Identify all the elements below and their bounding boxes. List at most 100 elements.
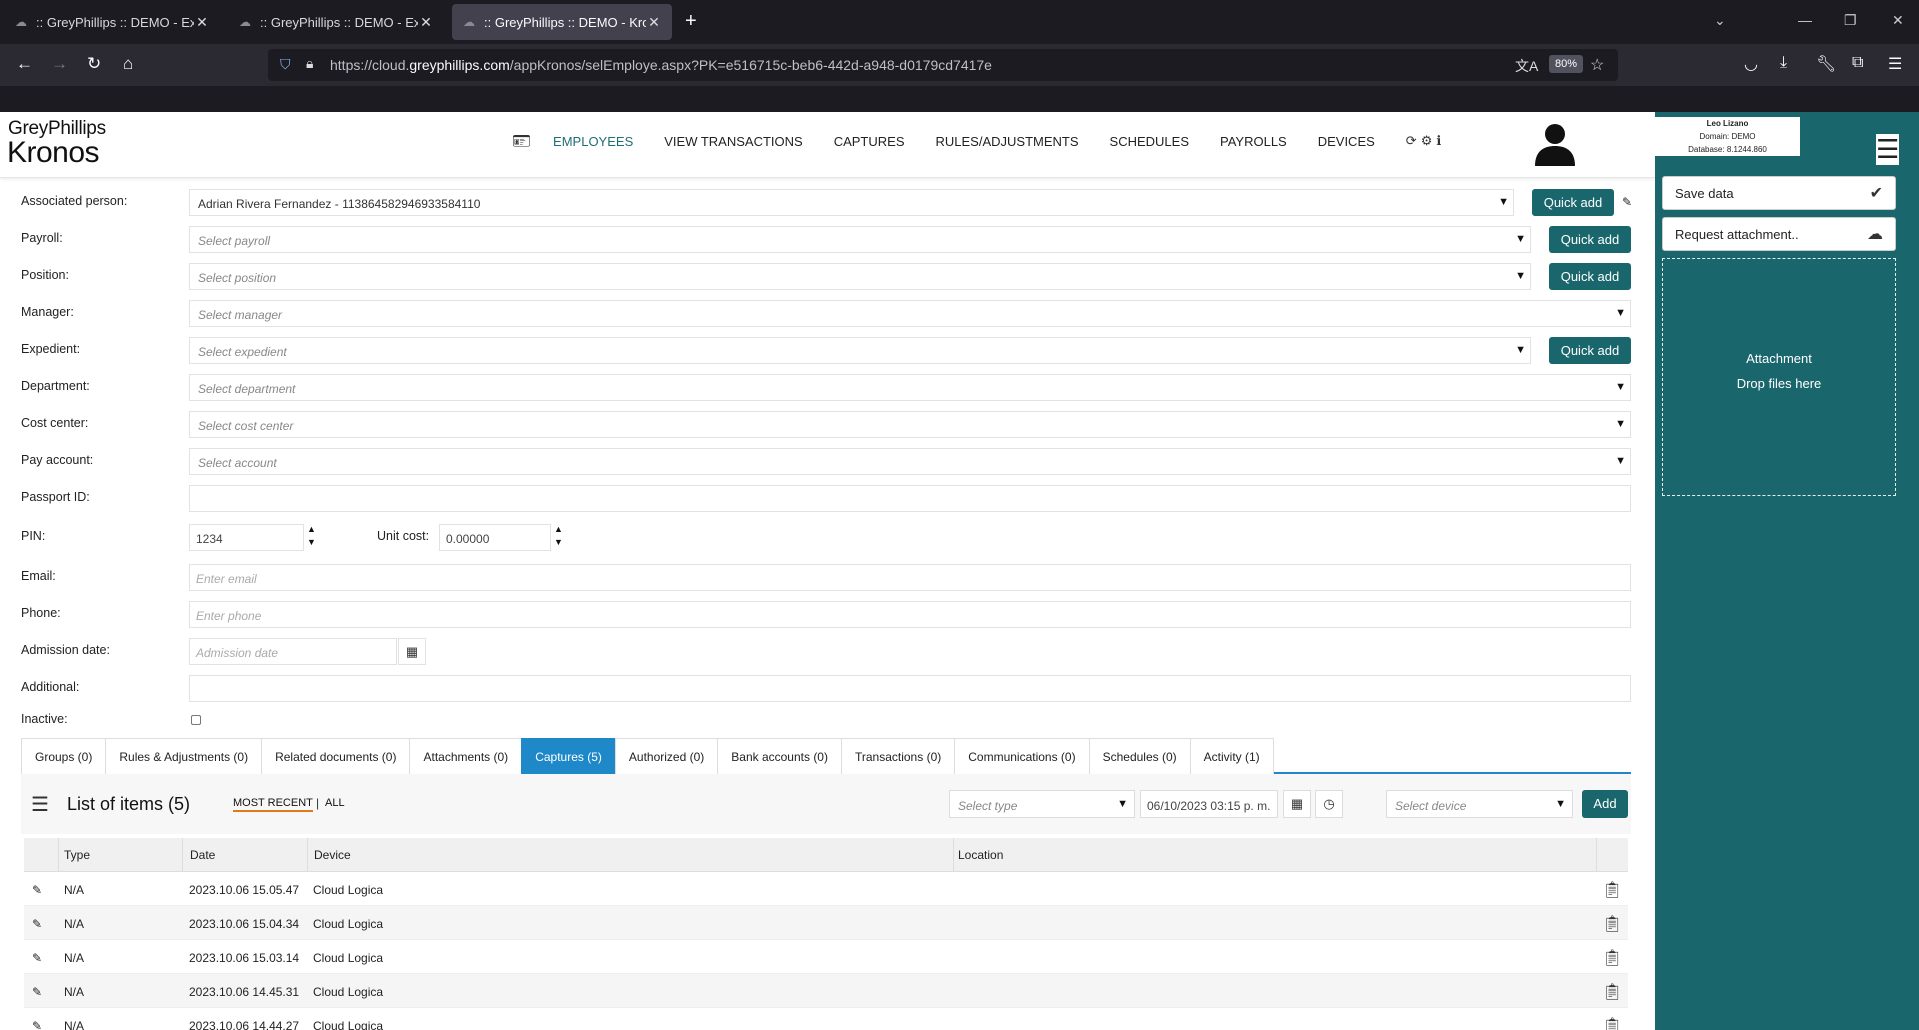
pin-stepper[interactable]: ▲ ▼ xyxy=(307,523,316,549)
tab-schedules[interactable]: Schedules (0) xyxy=(1088,738,1191,774)
bookmark-star-icon[interactable]: ☆ xyxy=(1590,55,1604,75)
refresh-settings-icon[interactable]: ⟳ xyxy=(1406,133,1417,149)
hamburger-menu-icon[interactable]: ☰ xyxy=(1876,134,1900,165)
table-row[interactable]: ✎ N/A 2023.10.06 15.04.34 Cloud Logica 📋… xyxy=(24,906,1628,940)
tab-authorized[interactable]: Authorized (0) xyxy=(614,738,719,774)
table-row[interactable]: ✎ N/A 2023.10.06 14.44.27 Cloud Logica 📋… xyxy=(24,1008,1628,1030)
table-row[interactable]: ✎ N/A 2023.10.06 15.05.47 Cloud Logica 📋… xyxy=(24,872,1628,906)
nav-payrolls[interactable]: PAYROLLS xyxy=(1220,134,1287,149)
wrench-icon[interactable]: 🔧︎ xyxy=(1816,54,1836,74)
email-field[interactable]: Enter email xyxy=(189,564,1631,591)
nav-rules-adjustments[interactable]: RULES/ADJUSTMENTS xyxy=(936,134,1079,149)
column-device[interactable]: Device xyxy=(314,848,351,862)
clipboard-icon[interactable]: 📋︎ xyxy=(1602,1016,1622,1030)
gear-icon[interactable]: ⚙ xyxy=(1421,133,1433,149)
tab-list-icon[interactable]: ⌄ xyxy=(1714,12,1726,29)
pin-input[interactable]: 1234 xyxy=(189,524,304,551)
id-card-icon[interactable]: 🪪︎ xyxy=(512,132,531,150)
department-select[interactable]: Select department ▼ xyxy=(189,374,1631,401)
pencil-icon[interactable]: ✎ xyxy=(32,917,42,931)
cost-center-select[interactable]: Select cost center ▼ xyxy=(189,411,1631,438)
payroll-quick-add-button[interactable]: Quick add xyxy=(1549,226,1631,253)
attachment-dropzone[interactable]: Attachment Drop files here xyxy=(1662,258,1896,496)
tab-attachments[interactable]: Attachments (0) xyxy=(409,738,523,774)
restore-icon[interactable]: ❐ xyxy=(1844,12,1857,29)
passport-id-input[interactable] xyxy=(189,485,1631,512)
tab-captures[interactable]: Captures (5) xyxy=(521,738,616,774)
nav-employees[interactable]: EMPLOYEES xyxy=(553,134,633,149)
table-row[interactable]: ✎ N/A 2023.10.06 15.03.14 Cloud Logica 📋… xyxy=(24,940,1628,974)
extensions-icon[interactable]: ⧉ xyxy=(1852,54,1863,72)
pocket-icon[interactable]: ◡ xyxy=(1744,54,1758,74)
filter-all[interactable]: ALL xyxy=(325,797,345,809)
close-icon[interactable]: ✕ xyxy=(418,14,434,31)
date-input[interactable]: 06/10/2023 03:15 p. m. xyxy=(1140,790,1278,818)
pencil-icon[interactable]: ✎ xyxy=(32,1019,42,1030)
tab-communications[interactable]: Communications (0) xyxy=(954,738,1090,774)
filter-most-recent[interactable]: MOST RECENT xyxy=(233,797,313,812)
position-quick-add-button[interactable]: Quick add xyxy=(1549,263,1631,290)
type-select[interactable]: Select type ▼ xyxy=(949,790,1135,818)
back-icon[interactable]: ← xyxy=(16,54,33,74)
unit-cost-stepper[interactable]: ▲ ▼ xyxy=(554,523,563,549)
forward-icon[interactable]: → xyxy=(51,54,68,74)
clipboard-icon[interactable]: 📋︎ xyxy=(1602,880,1622,900)
tab-related-documents[interactable]: Related documents (0) xyxy=(261,738,411,774)
avatar[interactable] xyxy=(1532,120,1578,166)
position-select[interactable]: Select position ▼ xyxy=(189,263,1531,290)
unit-cost-input[interactable]: 0.00000 xyxy=(439,524,551,551)
device-select[interactable]: Select device ▼ xyxy=(1386,790,1573,818)
clipboard-icon[interactable]: 📋︎ xyxy=(1602,914,1622,934)
additional-input[interactable] xyxy=(189,675,1631,702)
phone-field[interactable]: Enter phone xyxy=(189,601,1631,628)
nav-view-transactions[interactable]: VIEW TRANSACTIONS xyxy=(664,134,802,149)
browser-tab-2[interactable]: ☁ :: GreyPhillips :: DEMO - Expedie ✕ xyxy=(228,4,444,40)
column-date[interactable]: Date xyxy=(190,848,215,862)
pencil-icon[interactable]: ✎ xyxy=(32,985,42,999)
minimize-icon[interactable]: — xyxy=(1798,12,1812,28)
clock-icon[interactable]: ◷ xyxy=(1315,790,1343,818)
window-close-icon[interactable]: ✕ xyxy=(1892,12,1904,29)
browser-tab-1[interactable]: ☁ :: GreyPhillips :: DEMO - Expedie ✕ xyxy=(4,4,220,40)
download-icon[interactable]: ⤓ xyxy=(1780,54,1787,72)
manager-select[interactable]: Select manager ▼ xyxy=(189,300,1631,327)
add-button[interactable]: Add xyxy=(1582,790,1628,818)
associated-person-quick-add-button[interactable]: Quick add xyxy=(1532,189,1614,216)
close-icon[interactable]: ✕ xyxy=(194,14,210,31)
url-text[interactable]: https://cloud.greyphillips.com/appKronos… xyxy=(330,57,992,73)
close-icon[interactable]: ✕ xyxy=(646,14,662,31)
menu-icon[interactable]: ☰ xyxy=(1888,54,1902,74)
tab-activity[interactable]: Activity (1) xyxy=(1189,738,1274,774)
nav-schedules[interactable]: SCHEDULES xyxy=(1110,134,1189,149)
column-location[interactable]: Location xyxy=(958,848,1003,862)
reload-icon[interactable]: ↻ xyxy=(87,54,101,74)
url-bar[interactable]: ⛉ 🔒︎ https://cloud.greyphillips.com/appK… xyxy=(268,49,1618,81)
zoom-badge[interactable]: 80% xyxy=(1549,55,1584,73)
tab-groups[interactable]: Groups (0) xyxy=(21,738,107,774)
payroll-select[interactable]: Select payroll ▼ xyxy=(189,226,1531,253)
pencil-icon[interactable]: ✎ xyxy=(32,951,42,965)
request-attachment-button[interactable]: Request attachment.. ☁ xyxy=(1662,217,1896,251)
browser-tab-3[interactable]: ☁ :: GreyPhillips :: DEMO - Kronos ✕ xyxy=(452,4,672,40)
pay-account-select[interactable]: Select account ▼ xyxy=(189,448,1631,475)
lock-icon[interactable]: 🔒︎ xyxy=(306,55,313,72)
shield-icon[interactable]: ⛉ xyxy=(280,56,291,73)
info-icon[interactable]: ℹ xyxy=(1436,133,1441,149)
calendar-icon[interactable]: ▦ xyxy=(398,638,426,665)
clipboard-icon[interactable]: 📋︎ xyxy=(1602,948,1622,968)
expedient-quick-add-button[interactable]: Quick add xyxy=(1549,337,1631,364)
save-data-button[interactable]: Save data ✔ xyxy=(1662,176,1896,210)
tab-transactions[interactable]: Transactions (0) xyxy=(840,738,956,774)
inactive-checkbox[interactable] xyxy=(191,715,201,725)
home-icon[interactable]: ⌂ xyxy=(123,54,133,74)
pencil-icon[interactable]: ✎ xyxy=(32,883,42,897)
expedient-select[interactable]: Select expedient ▼ xyxy=(189,337,1531,364)
column-type[interactable]: Type xyxy=(64,848,90,862)
tab-bank-accounts[interactable]: Bank accounts (0) xyxy=(717,738,842,774)
admission-date-input[interactable]: Admission date xyxy=(189,638,397,665)
table-row[interactable]: ✎ N/A 2023.10.06 14.45.31 Cloud Logica 📋… xyxy=(24,974,1628,1008)
pencil-icon[interactable]: ✎ xyxy=(1622,195,1632,209)
new-tab-icon[interactable]: + xyxy=(685,10,697,33)
nav-devices[interactable]: DEVICES xyxy=(1318,134,1375,149)
tab-rules-adjustments[interactable]: Rules & Adjustments (0) xyxy=(105,738,263,774)
